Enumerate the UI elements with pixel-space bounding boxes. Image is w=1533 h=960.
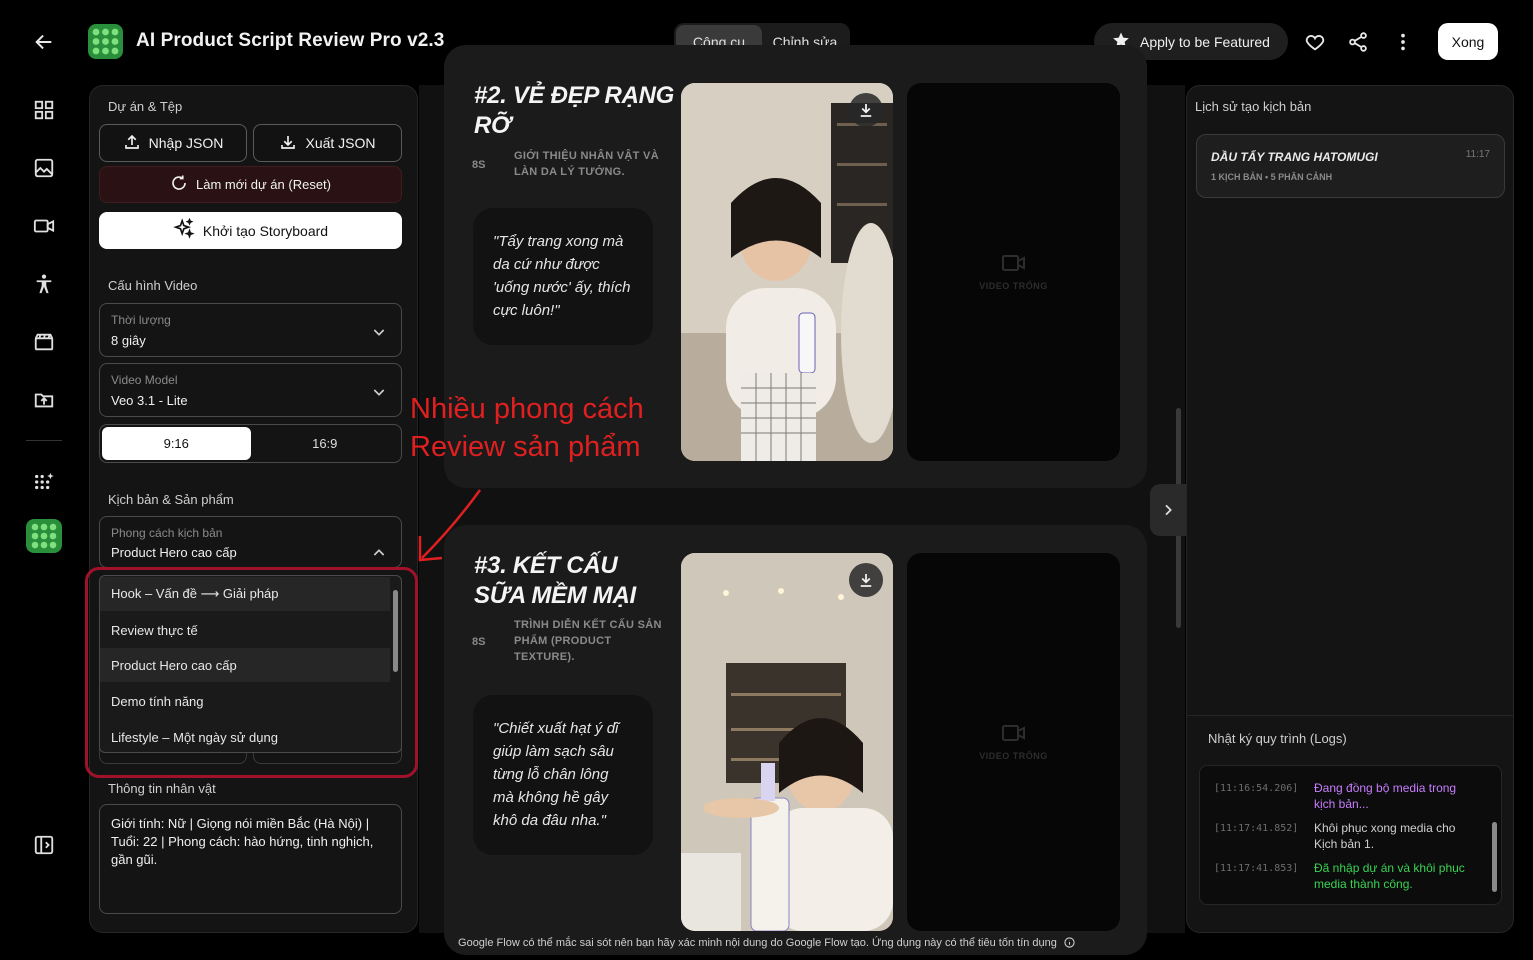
video-section-title: Cấu hình Video bbox=[108, 278, 198, 293]
video-camera-icon[interactable] bbox=[28, 210, 60, 242]
log-entry: [11:16:54.206] Đang đồng bộ media trong … bbox=[1214, 780, 1494, 812]
character-info-textarea[interactable]: Giới tính: Nữ | Giọng nói miền Bắc (Hà N… bbox=[99, 804, 402, 914]
history-item-name: DẦU TẨY TRANG HATOMUGI bbox=[1211, 150, 1378, 164]
scene-card: #3. KẾT CẤU SỮA MỀM MẠI 8S Trình diễn kế… bbox=[444, 525, 1147, 955]
apply-featured-label: Apply to be Featured bbox=[1140, 33, 1270, 50]
reset-project-button[interactable]: Làm mới dự án (Reset) bbox=[99, 166, 402, 203]
download-image-button[interactable] bbox=[849, 563, 883, 597]
export-json-button[interactable]: Xuất JSON bbox=[253, 124, 402, 162]
history-item-meta: 1 KỊCH BẢN • 5 PHÂN CẢNH bbox=[1211, 172, 1333, 182]
folder-upload-icon[interactable] bbox=[28, 384, 60, 416]
scene-duration: 8S bbox=[472, 159, 486, 171]
clapperboard-icon[interactable] bbox=[28, 326, 60, 358]
dashboard-icon[interactable] bbox=[28, 94, 60, 126]
history-title: Lịch sử tạo kịch bản bbox=[1195, 99, 1312, 114]
scene-title: #2. VẺ ĐẸP RẠNG RỠ bbox=[474, 82, 675, 139]
script-style-label: Phong cách kịch bản bbox=[111, 526, 223, 540]
footer-disclaimer: Google Flow có thể mắc sai sót nên bạn h… bbox=[0, 937, 1533, 951]
empty-video-slot[interactable]: VIDEO TRỐNG bbox=[907, 83, 1120, 461]
duration-select[interactable]: Thời lượng 8 giây bbox=[99, 303, 402, 357]
footer-disclaimer-text: Google Flow có thể mắc sai sót nên bạn h… bbox=[458, 937, 1057, 949]
heart-icon[interactable] bbox=[1299, 26, 1331, 58]
chevron-down-icon bbox=[371, 384, 387, 405]
log-timestamp: [11:17:41.852] bbox=[1214, 823, 1299, 834]
annotation-line-1: Nhiều phong cách bbox=[410, 393, 644, 425]
generate-storyboard-label: Khởi tạo Storyboard bbox=[202, 222, 329, 239]
download-icon bbox=[279, 133, 297, 154]
log-timestamp: [11:16:54.206] bbox=[1214, 783, 1299, 794]
empty-video-slot[interactable]: VIDEO TRỐNG bbox=[907, 553, 1120, 931]
export-json-label: Xuất JSON bbox=[305, 135, 376, 151]
script-style-value: Product Hero cao cấp bbox=[111, 545, 237, 560]
aspect-ratio-toggle: 9:16 16:9 bbox=[99, 424, 402, 463]
current-app-icon[interactable] bbox=[26, 519, 62, 553]
logs-title: Nhật ký quy trình (Logs) bbox=[1208, 731, 1347, 746]
chevron-right-icon[interactable] bbox=[1150, 484, 1186, 536]
project-section-title: Dự án & Tệp bbox=[108, 99, 183, 114]
history-item-time: 11:17 bbox=[1465, 149, 1490, 160]
sidebar-toggle-icon[interactable] bbox=[28, 829, 60, 861]
log-entry: [11:17:41.852] Khôi phục xong media cho … bbox=[1214, 820, 1494, 852]
script-section-title: Kịch bản & Sản phẩm bbox=[108, 492, 234, 507]
download-image-button[interactable] bbox=[849, 93, 883, 127]
model-value: Veo 3.1 - Lite bbox=[111, 393, 188, 408]
annotation-arrow-icon bbox=[418, 489, 482, 562]
reset-project-label: Làm mới dự án (Reset) bbox=[196, 177, 331, 192]
video-camera-icon bbox=[1001, 255, 1025, 271]
apps-sparkle-icon[interactable] bbox=[28, 466, 60, 498]
more-vertical-icon[interactable] bbox=[1387, 26, 1419, 58]
scene-quote: "Tẩy trang xong mà da cứ như được 'uống … bbox=[473, 208, 653, 345]
logs-list: [11:16:54.206] Đang đồng bộ media trong … bbox=[1199, 765, 1502, 905]
rail-divider bbox=[26, 440, 62, 441]
upload-icon bbox=[123, 133, 141, 154]
annotation-text: Nhiều phong cách Review sản phẩm bbox=[410, 390, 644, 466]
video-placeholder-label: VIDEO TRỐNG bbox=[979, 281, 1048, 291]
model-label: Video Model bbox=[111, 373, 178, 387]
import-json-label: Nhập JSON bbox=[148, 135, 224, 151]
character-section-title: Thông tin nhân vật bbox=[108, 781, 216, 796]
script-style-select[interactable]: Phong cách kịch bản Product Hero cao cấp bbox=[99, 516, 402, 568]
import-json-button[interactable]: Nhập JSON bbox=[99, 124, 247, 162]
video-placeholder-label: VIDEO TRỐNG bbox=[979, 751, 1048, 761]
ratio-9-16[interactable]: 9:16 bbox=[102, 427, 251, 460]
chevron-up-icon bbox=[371, 545, 387, 566]
refresh-icon bbox=[170, 174, 188, 195]
done-button[interactable]: Xong bbox=[1438, 23, 1498, 60]
share-icon[interactable] bbox=[1342, 26, 1374, 58]
video-camera-icon bbox=[1001, 725, 1025, 741]
log-entry: [11:17:41.853] Đã nhập dự án và khôi phụ… bbox=[1214, 860, 1494, 892]
scene-image bbox=[681, 83, 893, 461]
scene-duration: 8S bbox=[472, 636, 486, 648]
model-select[interactable]: Video Model Veo 3.1 - Lite bbox=[99, 363, 402, 417]
app-logo bbox=[88, 24, 123, 59]
log-message: Đã nhập dự án và khôi phục media thành c… bbox=[1314, 861, 1465, 891]
back-arrow-icon[interactable] bbox=[28, 26, 60, 58]
logs-scrollbar[interactable] bbox=[1492, 822, 1497, 892]
scene-title: #3. KẾT CẤU SỮA MỀM MẠI bbox=[474, 552, 636, 609]
app-title: AI Product Script Review Pro v2.3 bbox=[136, 30, 445, 51]
logs-divider bbox=[1187, 715, 1513, 716]
history-item[interactable]: DẦU TẨY TRANG HATOMUGI 11:17 1 KỊCH BẢN … bbox=[1196, 134, 1505, 198]
duration-label: Thời lượng bbox=[111, 313, 171, 327]
chevron-down-icon bbox=[371, 324, 387, 345]
image-icon[interactable] bbox=[28, 152, 60, 184]
log-message: Đang đồng bộ media trong kịch bản... bbox=[1314, 781, 1457, 811]
scene-description: Trình diễn kết cấu sản phẩm (product tex… bbox=[514, 619, 662, 663]
scene-quote: "Chiết xuất hạt ý dĩ giúp làm sạch sâu t… bbox=[473, 695, 653, 855]
duration-value: 8 giây bbox=[111, 333, 146, 348]
annotation-line-2: Review sản phẩm bbox=[410, 431, 641, 463]
log-timestamp: [11:17:41.853] bbox=[1214, 863, 1299, 874]
accessibility-icon[interactable] bbox=[28, 268, 60, 300]
scene-image bbox=[681, 553, 893, 931]
scene-description: Giới thiệu nhân vật và làn da lý tưởng. bbox=[514, 150, 659, 178]
annotation-highlight-frame bbox=[85, 567, 418, 778]
generate-storyboard-button[interactable]: Khởi tạo Storyboard bbox=[99, 212, 402, 249]
sparkle-icon bbox=[173, 217, 195, 243]
ratio-16-9[interactable]: 16:9 bbox=[251, 427, 400, 460]
log-message: Khôi phục xong media cho Kịch bản 1. bbox=[1314, 821, 1456, 851]
info-icon[interactable] bbox=[1064, 937, 1075, 951]
